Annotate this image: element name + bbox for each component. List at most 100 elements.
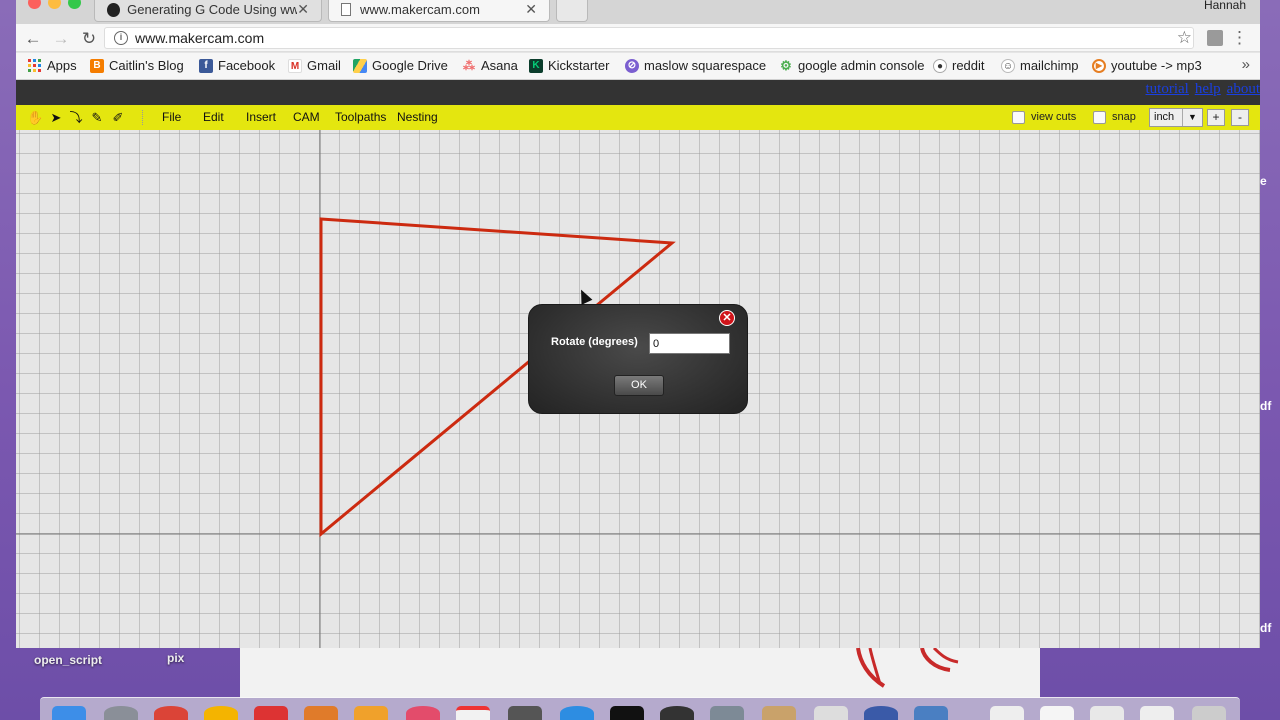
drawing-canvas[interactable]: ✕ Rotate (degrees) OK	[16, 130, 1260, 648]
bookmark-google-drive[interactable]: Google Drive	[353, 58, 448, 73]
minimize-window-icon[interactable]	[48, 0, 61, 9]
pointer-tool-icon[interactable]: ➤	[48, 109, 64, 126]
node-tool-icon[interactable]: ⤵	[68, 109, 84, 126]
address-bar[interactable]: i www.makercam.com	[104, 27, 1194, 49]
bookmark-caitlins-blog[interactable]: B Caitlin's Blog	[90, 58, 184, 73]
bookmark-kickstarter[interactable]: K Kickstarter	[529, 58, 609, 73]
drive-icon	[353, 58, 367, 73]
ok-button[interactable]: OK	[614, 375, 664, 396]
admin-gear-icon: ⚙	[780, 57, 792, 73]
launchpad-dock-icon[interactable]	[104, 706, 138, 720]
bookmark-apps[interactable]: Apps	[28, 58, 77, 73]
edit-node-tool-icon[interactable]: ✐	[110, 109, 126, 126]
bookmark-google-admin-console[interactable]: ⚙ google admin console	[779, 58, 924, 73]
app-dock-icon[interactable]	[914, 706, 948, 720]
system-prefs-dock-icon[interactable]	[710, 706, 744, 720]
desktop-file-open-script[interactable]: open_script	[34, 653, 102, 667]
snap-checkbox[interactable]	[1093, 111, 1106, 124]
close-tab-icon[interactable]: ✕	[525, 1, 537, 18]
toolbar-divider	[142, 110, 143, 125]
bookmark-asana[interactable]: ⁂ Asana	[462, 58, 518, 73]
profile-name[interactable]: Hannah	[1204, 0, 1246, 12]
extension-icon[interactable]	[1207, 30, 1223, 46]
gmail-icon: M	[288, 58, 302, 73]
view-cuts-checkbox[interactable]	[1012, 111, 1025, 124]
pen-tool-icon[interactable]: ✎	[89, 109, 105, 126]
maximize-window-icon[interactable]	[68, 0, 81, 9]
desktop-file-pix[interactable]: pix	[167, 651, 184, 665]
back-arrow-icon[interactable]: ←	[22, 29, 44, 49]
forward-arrow-icon[interactable]: →	[50, 29, 72, 49]
app-dock-icon[interactable]	[508, 706, 542, 720]
chrome-dock-icon[interactable]	[154, 706, 188, 720]
document-dock-icon[interactable]	[1140, 706, 1174, 720]
close-tab-icon[interactable]: ✕	[297, 1, 309, 18]
snap-label: snap	[1112, 111, 1136, 123]
about-link[interactable]: about	[1227, 81, 1260, 97]
new-tab-button[interactable]	[556, 0, 588, 22]
browser-menu-icon[interactable]: ⋮	[1231, 28, 1248, 48]
help-link[interactable]: help	[1195, 81, 1221, 97]
finder-dock-icon[interactable]	[52, 706, 86, 720]
hand-tool-icon[interactable]: ✋	[27, 109, 43, 126]
bookmark-label: google admin console	[798, 58, 925, 73]
menu-insert[interactable]: Insert	[246, 110, 276, 124]
bookmark-mailchimp[interactable]: ☺ mailchimp	[1001, 58, 1079, 73]
terminal-dock-icon[interactable]	[610, 706, 644, 720]
mailchimp-icon: ☺	[1001, 58, 1015, 73]
menu-file[interactable]: File	[162, 110, 181, 124]
browser-window: Generating G Code Using www ✕ www.makerc…	[16, 0, 1260, 648]
reddit-icon: ●	[933, 58, 947, 73]
bookmark-label: Kickstarter	[548, 58, 610, 73]
bookmark-label: mailchimp	[1020, 58, 1079, 73]
more-bookmarks-icon[interactable]: »	[1242, 56, 1250, 73]
bookmark-label: Caitlin's Blog	[109, 58, 184, 73]
photos-dock-icon[interactable]	[204, 706, 238, 720]
close-window-icon[interactable]	[28, 0, 41, 9]
bookmark-youtube-mp3[interactable]: ▶ youtube -> mp3	[1092, 58, 1202, 73]
bookmark-star-icon[interactable]: ☆	[1177, 28, 1192, 48]
bookmark-facebook[interactable]: f Facebook	[199, 58, 275, 73]
bookmark-reddit[interactable]: ● reddit	[933, 58, 985, 73]
close-icon[interactable]: ✕	[719, 310, 735, 326]
bookmarks-bar: Apps B Caitlin's Blog f Facebook M Gmail…	[16, 53, 1260, 80]
tab-title: www.makercam.com	[360, 2, 480, 17]
document-dock-icon[interactable]	[1040, 706, 1074, 720]
app-dock-icon[interactable]	[762, 706, 796, 720]
menu-cam[interactable]: CAM	[293, 110, 320, 124]
menu-nesting[interactable]: Nesting	[397, 110, 438, 124]
bookmark-label: reddit	[952, 58, 985, 73]
info-icon[interactable]: i	[114, 31, 128, 45]
bookmark-label: maslow squarespace	[644, 58, 767, 73]
menu-edit[interactable]: Edit	[203, 110, 224, 124]
desktop-edge-label: df	[1260, 621, 1272, 635]
facebook-icon: f	[199, 58, 213, 73]
calendar-dock-icon[interactable]	[456, 706, 490, 720]
reload-icon[interactable]: ↻	[78, 29, 100, 49]
bookmark-gmail[interactable]: M Gmail	[288, 58, 341, 73]
asana-icon: ⁂	[463, 58, 475, 73]
tutorial-link[interactable]: tutorial	[1146, 81, 1189, 97]
tab-github[interactable]: Generating G Code Using www ✕	[94, 0, 322, 22]
bookmark-maslow-squarespace[interactable]: ⊘ maslow squarespace	[625, 58, 766, 73]
zoom-in-button[interactable]: +	[1207, 109, 1225, 126]
app-dock-icon[interactable]	[254, 706, 288, 720]
unit-value: inch	[1154, 111, 1175, 123]
app-dock-icon[interactable]	[354, 706, 388, 720]
menu-toolpaths[interactable]: Toolpaths	[335, 110, 386, 124]
unit-select[interactable]: inch ▼	[1149, 108, 1203, 127]
app-dock-icon[interactable]	[660, 706, 694, 720]
zoom-out-button[interactable]: -	[1231, 109, 1249, 126]
appstore-dock-icon[interactable]	[560, 706, 594, 720]
rotate-degrees-input[interactable]	[649, 333, 730, 354]
tab-makercam[interactable]: www.makercam.com ✕	[328, 0, 550, 22]
app-dock-icon[interactable]	[864, 706, 898, 720]
trash-dock-icon[interactable]	[1192, 706, 1226, 720]
app-dock-icon[interactable]	[304, 706, 338, 720]
browser-toolbar: ← → ↻ i www.makercam.com ☆ ⋮	[16, 24, 1260, 52]
music-dock-icon[interactable]	[406, 706, 440, 720]
app-dock-icon[interactable]	[814, 706, 848, 720]
document-dock-icon[interactable]	[1090, 706, 1124, 720]
chevron-down-icon: ▼	[1182, 109, 1202, 126]
document-dock-icon[interactable]	[990, 706, 1024, 720]
